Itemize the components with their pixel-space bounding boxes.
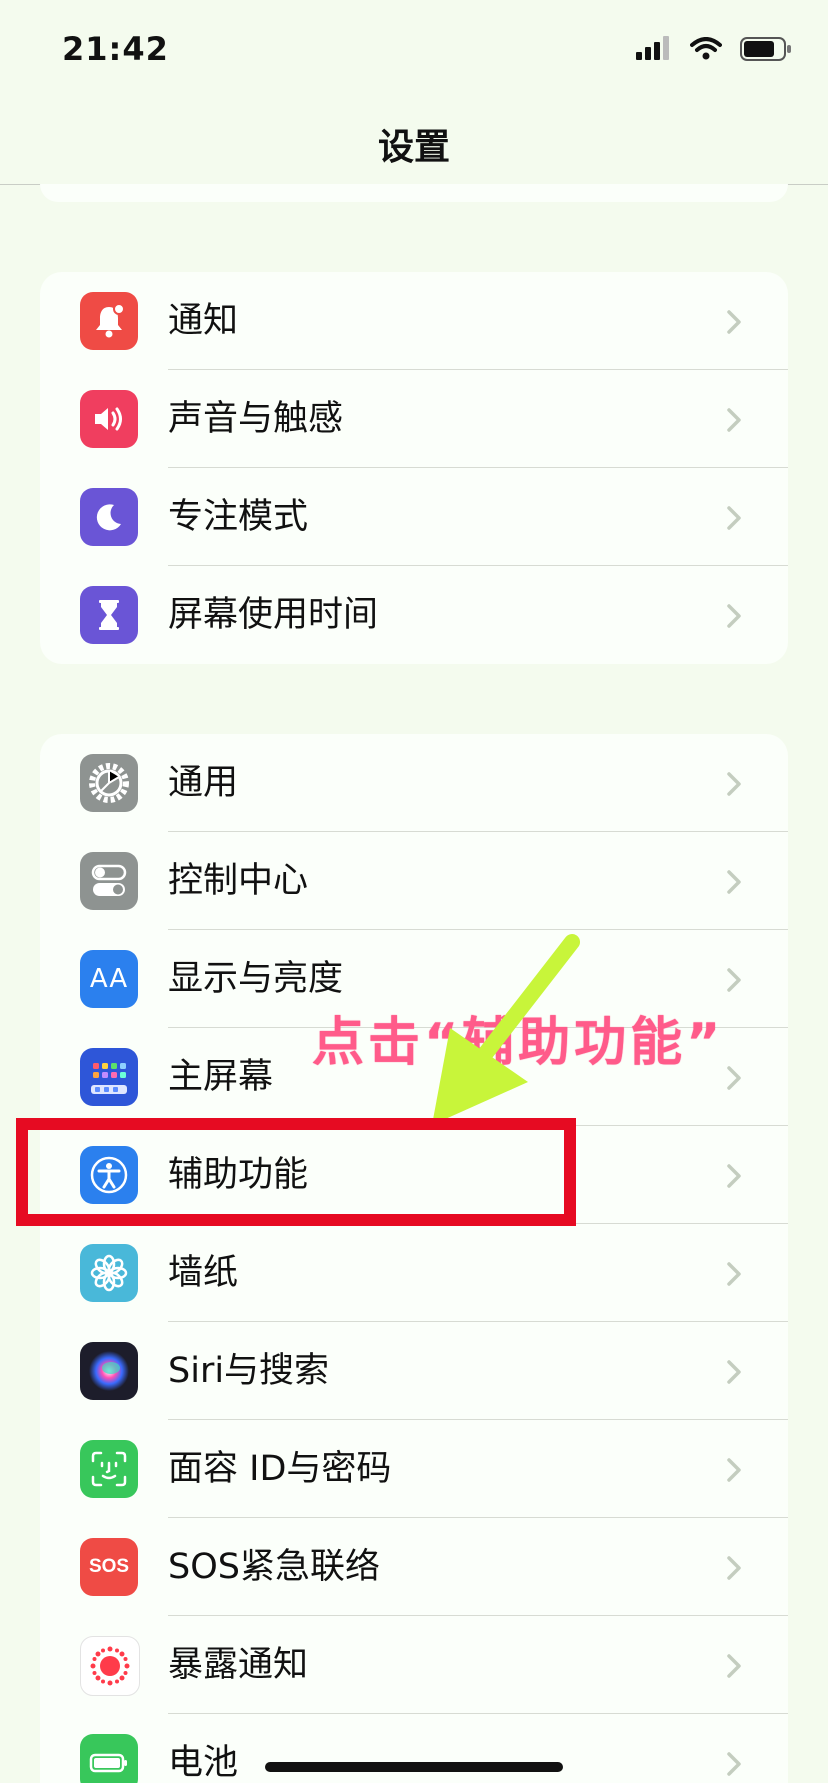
settings-row-screen-time[interactable]: 屏幕使用时间	[40, 566, 788, 664]
row-label: 面容 ID与密码	[168, 1449, 392, 1489]
page-title: 设置	[377, 127, 450, 168]
nav-bar: 设置	[0, 100, 828, 185]
row-label: 暴露通知	[168, 1645, 309, 1685]
battery-status-icon	[740, 37, 791, 61]
row-label: 通知	[168, 301, 239, 341]
bell-icon	[80, 292, 138, 350]
chevron-right-icon	[727, 1556, 741, 1580]
settings-row-sounds[interactable]: 声音与触感	[40, 370, 788, 468]
speaker-icon	[80, 390, 138, 448]
chevron-right-icon	[727, 870, 741, 894]
settings-group-1: 通知 声音与触感 专注模式 屏幕使用时间	[40, 272, 788, 664]
gear-icon	[80, 754, 138, 812]
settings-row-battery[interactable]: 电池	[40, 1714, 788, 1783]
chevron-right-icon	[727, 506, 741, 530]
annotation-arrow-icon	[432, 934, 580, 1125]
chevron-right-icon	[727, 310, 741, 334]
settings-row-siri[interactable]: Siri与搜索	[40, 1322, 788, 1420]
status-bar: 21:42	[0, 0, 828, 100]
chevron-right-icon	[727, 1164, 741, 1188]
settings-row-focus[interactable]: 专注模式	[40, 468, 788, 566]
chevron-right-icon	[727, 1262, 741, 1286]
row-label: 屏幕使用时间	[168, 595, 379, 635]
face-id-icon	[80, 1440, 138, 1498]
settings-row-wallpaper[interactable]: 墙纸	[40, 1224, 788, 1322]
settings-row-notifications[interactable]: 通知	[40, 272, 788, 370]
annotation-highlight-box	[16, 1118, 576, 1226]
flower-icon	[80, 1244, 138, 1302]
wifi-icon	[690, 37, 722, 60]
sos-icon: SOS	[80, 1538, 138, 1596]
text-size-icon: AA	[80, 950, 138, 1008]
siri-icon	[80, 1342, 138, 1400]
row-label: 墙纸	[168, 1253, 239, 1293]
row-label: Siri与搜索	[168, 1351, 330, 1391]
chevron-right-icon	[727, 772, 741, 796]
row-label: 电池	[168, 1743, 239, 1783]
status-icons	[636, 36, 792, 62]
settings-row-face-id[interactable]: 面容 ID与密码	[40, 1420, 788, 1518]
chevron-right-icon	[727, 968, 741, 992]
chevron-right-icon	[727, 1360, 741, 1384]
battery-icon	[80, 1734, 138, 1783]
settings-group-2: 通用 控制中心 AA 显示与亮度 主屏幕 辅助功能 墙纸 Siri与搜索 面容 …	[40, 734, 788, 1783]
row-label: 专注模式	[168, 497, 309, 537]
home-indicator[interactable]	[265, 1762, 563, 1772]
status-time: 21:42	[62, 30, 169, 68]
settings-row-emergency-sos[interactable]: SOS SOS紧急联络	[40, 1518, 788, 1616]
chevron-right-icon	[727, 1752, 741, 1776]
row-label: 通用	[168, 763, 239, 803]
settings-row-general[interactable]: 通用	[40, 734, 788, 832]
chevron-right-icon	[727, 1458, 741, 1482]
settings-row-control-center[interactable]: 控制中心	[40, 832, 788, 930]
chevron-right-icon	[727, 1654, 741, 1678]
chevron-right-icon	[727, 604, 741, 628]
moon-icon	[80, 488, 138, 546]
exposure-icon	[80, 1636, 140, 1696]
hourglass-icon	[80, 586, 138, 644]
text-size-glyph: AA	[89, 964, 129, 994]
chevron-right-icon	[727, 408, 741, 432]
row-label: 主屏幕	[168, 1057, 274, 1097]
settings-row-exposure[interactable]: 暴露通知	[40, 1616, 788, 1714]
sos-glyph: SOS	[88, 1556, 130, 1577]
row-label: 控制中心	[168, 861, 309, 901]
cellular-signal-icon	[636, 36, 669, 60]
previous-group-card	[40, 184, 788, 202]
home-screen-icon	[80, 1048, 138, 1106]
toggles-icon	[80, 852, 138, 910]
row-label: 声音与触感	[168, 399, 344, 439]
row-label: SOS紧急联络	[168, 1547, 380, 1587]
